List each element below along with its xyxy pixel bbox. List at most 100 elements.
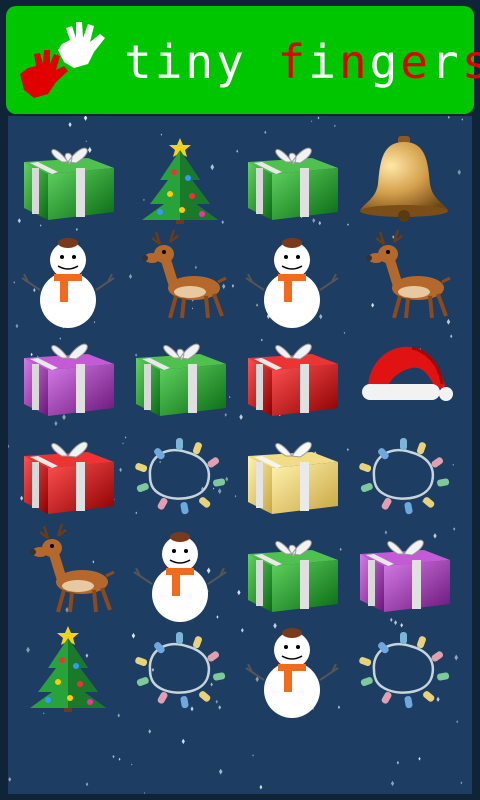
lights-icon bbox=[135, 632, 226, 709]
snowman-icon bbox=[21, 238, 115, 328]
snowflake-icon bbox=[460, 781, 463, 785]
snowflake-icon bbox=[236, 149, 239, 153]
reindeer-icon bbox=[142, 229, 227, 319]
snowflake-icon bbox=[124, 436, 127, 439]
game-board bbox=[8, 116, 472, 794]
gift-green-icon bbox=[248, 539, 338, 612]
gift-green-tile[interactable] bbox=[130, 328, 230, 420]
snowman-tile[interactable] bbox=[242, 230, 342, 328]
snowman-icon bbox=[133, 532, 227, 622]
snowman-tile[interactable] bbox=[130, 524, 230, 622]
snowflake-icon bbox=[144, 792, 146, 794]
white-hand-icon bbox=[58, 22, 105, 68]
snowflake-icon bbox=[112, 754, 115, 759]
snowflake-icon bbox=[117, 713, 120, 718]
snowflake-icon bbox=[43, 712, 45, 715]
snowman-tile[interactable] bbox=[18, 230, 118, 328]
snowflake-icon bbox=[234, 494, 237, 498]
snowflake-icon bbox=[122, 442, 124, 445]
snowflake-icon bbox=[218, 768, 223, 775]
gift-gold-icon bbox=[248, 441, 338, 514]
christmas-tree-tile[interactable] bbox=[130, 132, 230, 224]
gift-purple-tile[interactable] bbox=[354, 524, 454, 616]
reindeer-icon bbox=[30, 523, 115, 613]
gift-green-icon bbox=[248, 147, 338, 220]
snowflake-icon bbox=[456, 720, 459, 724]
snowman-icon bbox=[245, 628, 339, 718]
lights-icon bbox=[359, 438, 450, 515]
lights-tile[interactable] bbox=[130, 620, 230, 712]
gift-purple-tile[interactable] bbox=[18, 328, 118, 420]
snowflake-icon bbox=[259, 784, 263, 790]
reindeer-tile[interactable] bbox=[130, 229, 230, 322]
gift-purple-icon bbox=[360, 539, 450, 612]
snowflake-icon bbox=[8, 777, 12, 782]
app-header: tiny fingers bbox=[6, 6, 480, 114]
gift-green-tile[interactable] bbox=[18, 132, 118, 224]
snowflake-icon bbox=[39, 224, 42, 227]
snowflake-icon bbox=[252, 754, 254, 757]
title-part: n bbox=[338, 35, 370, 89]
snowflake-icon bbox=[334, 124, 336, 128]
gift-red-tile[interactable] bbox=[18, 426, 118, 518]
gift-red-icon bbox=[248, 343, 338, 416]
snowflake-icon bbox=[418, 756, 421, 761]
snowflake-icon bbox=[454, 654, 459, 661]
lights-tile[interactable] bbox=[130, 426, 230, 518]
snowflake-icon bbox=[148, 729, 152, 734]
snowflake-icon bbox=[118, 757, 121, 761]
santa-hat-tile[interactable] bbox=[354, 328, 454, 420]
title-part: s bbox=[461, 35, 480, 89]
reindeer-icon bbox=[366, 229, 451, 319]
gift-green-tile[interactable] bbox=[242, 524, 342, 616]
reindeer-tile[interactable] bbox=[354, 229, 454, 322]
snowflake-icon bbox=[8, 444, 10, 449]
snowflake-icon bbox=[343, 331, 345, 334]
title-part: g bbox=[369, 35, 401, 89]
red-hand-icon bbox=[20, 50, 68, 98]
gift-red-tile[interactable] bbox=[242, 328, 342, 420]
snowflake-icon bbox=[231, 284, 235, 288]
snowflake-icon bbox=[461, 118, 463, 121]
snowflake-icon bbox=[13, 281, 15, 284]
title-part: r bbox=[431, 35, 462, 89]
santa-hat-icon bbox=[362, 346, 453, 401]
snowflake-icon bbox=[447, 116, 450, 119]
lights-icon bbox=[359, 632, 450, 709]
snowman-tile[interactable] bbox=[242, 620, 342, 718]
christmas-tree-icon bbox=[142, 138, 218, 224]
app-title: tiny fingers bbox=[124, 32, 480, 92]
title-part: i bbox=[308, 35, 339, 89]
gift-purple-icon bbox=[24, 343, 114, 416]
snowman-icon bbox=[245, 238, 339, 328]
gift-green-tile[interactable] bbox=[242, 132, 342, 224]
snowflake-icon bbox=[83, 116, 88, 121]
gift-green-icon bbox=[136, 343, 226, 416]
lights-tile[interactable] bbox=[354, 620, 454, 712]
hands-logo-icon bbox=[20, 22, 105, 98]
snowflake-icon bbox=[85, 782, 89, 787]
bell-tile[interactable] bbox=[354, 132, 454, 224]
gift-red-icon bbox=[24, 441, 114, 514]
snowflake-icon bbox=[390, 780, 395, 787]
gift-gold-tile[interactable] bbox=[242, 426, 342, 518]
snowflake-icon bbox=[181, 738, 185, 745]
title-part: f bbox=[277, 35, 309, 89]
lights-tile[interactable] bbox=[354, 426, 454, 518]
snowflake-icon bbox=[346, 448, 349, 452]
snowflake-icon bbox=[237, 589, 241, 596]
snowflake-icon bbox=[317, 116, 320, 120]
christmas-tree-tile[interactable] bbox=[18, 620, 118, 712]
snowflake-icon bbox=[68, 121, 72, 128]
title-part: tiny bbox=[124, 35, 278, 89]
title-part: e bbox=[400, 35, 431, 89]
bell-icon bbox=[360, 136, 448, 222]
snowflake-icon bbox=[131, 763, 133, 766]
gift-green-icon bbox=[24, 147, 114, 220]
snowflake-icon bbox=[311, 120, 313, 123]
snowflake-icon bbox=[119, 467, 122, 473]
snowflake-icon bbox=[396, 760, 400, 765]
christmas-tree-icon bbox=[30, 626, 106, 712]
lights-icon bbox=[135, 438, 226, 515]
reindeer-tile[interactable] bbox=[18, 523, 118, 616]
